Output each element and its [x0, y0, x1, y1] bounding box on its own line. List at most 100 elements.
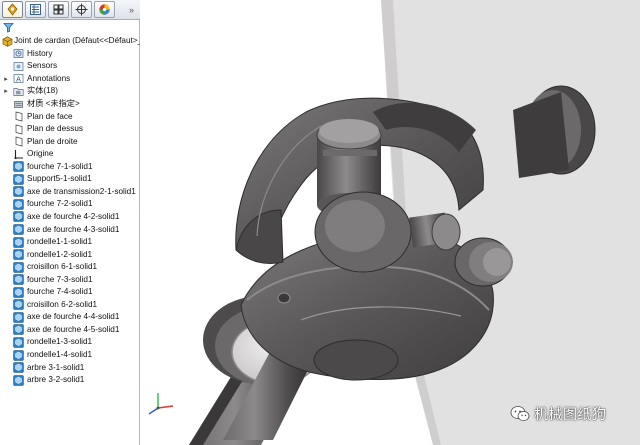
property-list-icon: [30, 4, 41, 15]
tree-item[interactable]: croisillon 6-1-solid1: [0, 261, 140, 274]
tree-item-label: fourche 7-2-solid1: [27, 199, 93, 209]
svg-text:A: A: [16, 76, 21, 84]
imported-body-icon: [13, 174, 24, 185]
color-wheel-icon: [99, 4, 110, 15]
crosshair-icon: [75, 3, 88, 16]
tree-item-label: fourche 7-3-solid1: [27, 274, 93, 284]
tree-item-label: rondelle1-1-solid1: [27, 237, 93, 247]
tree-item-label: croisillon 6-1-solid1: [27, 262, 98, 272]
tree-item[interactable]: fourche 7-2-solid1: [0, 198, 140, 211]
filter-funnel-icon[interactable]: [3, 22, 14, 33]
tree-item[interactable]: axe de fourche 4-4-solid1: [0, 311, 140, 324]
cross-pin-right: [431, 213, 461, 251]
tree-item-label: rondelle1-3-solid1: [27, 337, 93, 347]
universal-joint-model[interactable]: [141, 0, 640, 445]
plane-icon: [13, 111, 24, 122]
panel-expand-button[interactable]: »: [125, 3, 138, 17]
imported-body-icon: [13, 299, 24, 310]
graphics-viewport[interactable]: [141, 0, 640, 445]
tree-item[interactable]: fourche 7-4-solid1: [0, 286, 140, 299]
tree-item[interactable]: rondelle1-4-solid1: [0, 349, 140, 362]
tree-item[interactable]: ▸ A Annotations: [0, 73, 140, 86]
tree-item[interactable]: ▸ 实体(18): [0, 85, 140, 98]
tree-item-label: 实体(18): [27, 86, 58, 96]
imported-body-icon: [13, 186, 24, 198]
history-icon: [13, 48, 24, 59]
sensor-icon: [13, 61, 24, 72]
tree-item-label: fourche 7-1-solid1: [27, 161, 93, 171]
tree-item[interactable]: fourche 7-1-solid1: [0, 161, 140, 174]
imported-body-icon: [13, 261, 24, 273]
panel-tab-bar: »: [0, 0, 140, 20]
tree-item-label: 材质 <未指定>: [27, 99, 80, 108]
featuremanager-tab[interactable]: [2, 1, 23, 18]
feature-tree-icon: [7, 3, 18, 16]
tree-item[interactable]: axe de transmission2-1-solid1: [0, 186, 140, 199]
tree-item[interactable]: Plan de droite: [0, 135, 140, 148]
imported-body-icon: [13, 236, 24, 248]
tree-item[interactable]: arbre 3-2-solid1: [0, 374, 140, 387]
tree-item-label: fourche 7-4-solid1: [27, 287, 93, 297]
tree-item-label: rondelle1-4-solid1: [27, 350, 93, 359]
imported-body-icon: [13, 224, 24, 235]
annotations-icon: A: [13, 73, 24, 84]
imported-body-icon: [13, 324, 24, 336]
tree-item-label: History: [27, 48, 53, 58]
tree-item[interactable]: arbre 3-1-solid1: [0, 361, 140, 374]
tree-root-label: Joint de cardan (Défaut<<Défaut>_Et: [14, 36, 140, 46]
tree-item[interactable]: History: [0, 48, 140, 61]
tree-item[interactable]: axe de fourche 4-5-solid1: [0, 324, 140, 337]
origin-icon: [13, 149, 24, 160]
tree-item[interactable]: fourche 7-3-solid1: [0, 273, 140, 286]
solid-bodies-folder-icon: [13, 86, 24, 97]
tree-item[interactable]: Plan de face: [0, 110, 140, 123]
tree-item-label: axe de transmission2-1-solid1: [27, 186, 136, 196]
part-icon: [2, 36, 13, 47]
tree-item[interactable]: rondelle1-1-solid1: [0, 236, 140, 249]
tree-item-label: Sensors: [27, 61, 58, 71]
imported-body-icon: [13, 337, 24, 348]
tree-item-label: axe de fourche 4-2-solid1: [27, 211, 120, 221]
tree-item-label: axe de fourche 4-5-solid1: [27, 324, 120, 334]
imported-body-icon: [13, 349, 24, 361]
configuration-icon: [53, 4, 64, 15]
imported-body-icon: [13, 211, 24, 223]
watermark: 机械图纸狗: [510, 404, 607, 424]
tree-item[interactable]: rondelle1-2-solid1: [0, 248, 140, 261]
tree-item[interactable]: axe de fourche 4-2-solid1: [0, 211, 140, 224]
tree-item-label: Support5-1-solid1: [27, 174, 92, 184]
propertymanager-tab[interactable]: [25, 1, 46, 18]
axis-triad-icon: [148, 393, 174, 415]
tree-item-label: Plan de dessus: [27, 124, 83, 134]
tree-item-label: Plan de droite: [27, 136, 78, 146]
tree-item-label: croisillon 6-2-solid1: [27, 299, 98, 309]
tree-item[interactable]: 材质 <未指定>: [0, 98, 140, 111]
imported-body-icon: [13, 249, 24, 260]
feature-manager-panel: » Joint de cardan (Défaut<<Défaut>_Et Hi…: [0, 0, 144, 445]
plane-icon: [13, 124, 24, 135]
tree-item[interactable]: croisillon 6-2-solid1: [0, 299, 140, 312]
tree-item[interactable]: Support5-1-solid1: [0, 173, 140, 186]
imported-body-icon: [13, 287, 24, 298]
tree-item-label: Plan de face: [27, 111, 73, 121]
imported-body-icon: [13, 362, 24, 373]
tree-item[interactable]: Origine: [0, 148, 140, 161]
imported-body-icon: [13, 312, 24, 323]
imported-body-icon: [13, 274, 24, 285]
tree-item[interactable]: axe de fourche 4-3-solid1: [0, 223, 140, 236]
configurationmanager-tab[interactable]: [48, 1, 69, 18]
tree-item-label: Origine: [27, 149, 54, 159]
dimxpert-tab[interactable]: [71, 1, 92, 18]
tree-item[interactable]: Sensors: [0, 60, 140, 73]
tree-item-label: axe de fourche 4-4-solid1: [27, 312, 120, 322]
tree-expander[interactable]: ▸: [3, 87, 9, 95]
display-manager-tab[interactable]: [94, 1, 115, 18]
tree-root-item[interactable]: Joint de cardan (Défaut<<Défaut>_Et: [0, 35, 140, 48]
tree-item[interactable]: rondelle1-3-solid1: [0, 336, 140, 349]
tree-expander[interactable]: ▸: [3, 75, 9, 83]
wechat-icon: [510, 406, 530, 421]
tree-item-label: arbre 3-1-solid1: [27, 362, 85, 372]
imported-body-icon: [13, 161, 24, 172]
tree-item[interactable]: Plan de dessus: [0, 123, 140, 136]
tree-item-label: arbre 3-2-solid1: [27, 375, 85, 385]
